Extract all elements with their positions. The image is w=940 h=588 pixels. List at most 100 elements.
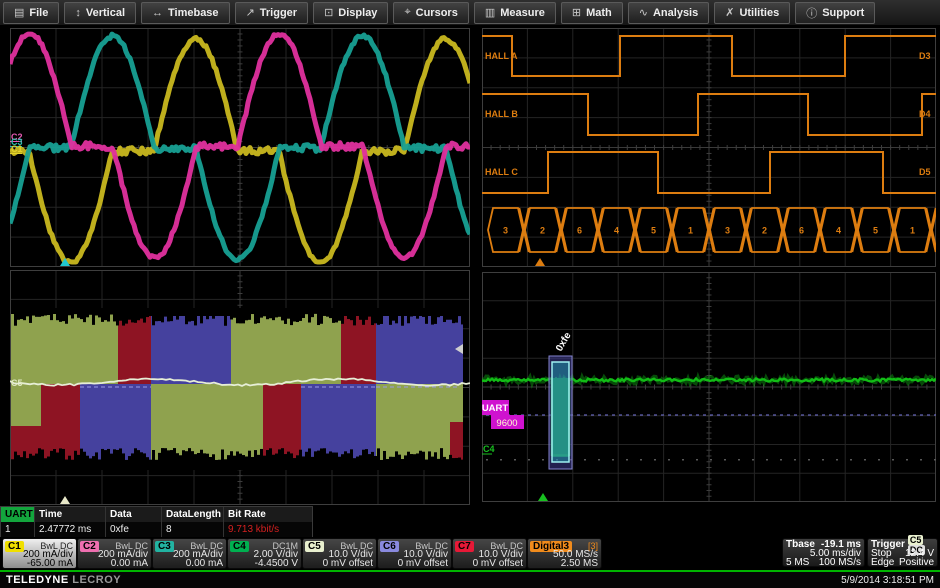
- menu-button-file[interactable]: ▤File: [3, 2, 59, 24]
- channel-descriptor-c5[interactable]: C5BwL DC10.0 V/div0 mV offset: [302, 538, 377, 569]
- pwm-block: [11, 314, 118, 386]
- grid-quadrant-bottom-right-uart[interactable]: 0xfeUART9600C4: [482, 272, 936, 502]
- uart-protocol-label: UART: [482, 403, 508, 414]
- display-icon: ⊡: [324, 6, 333, 19]
- brand-logo: TELEDYNE LECROY: [6, 574, 121, 586]
- channel-descriptor-digital3[interactable]: Digital3[3]50.0 MS/s2.50 MS: [527, 538, 602, 569]
- digital-line-label: D3: [919, 51, 931, 61]
- decode-value-label: 0xfe: [554, 330, 574, 353]
- menu-button-support[interactable]: ⓘSupport: [795, 2, 875, 24]
- uart-table-row[interactable]: 12.47772 ms0xfe89.713 kbit/s: [1, 522, 312, 537]
- bus-value: 1: [910, 226, 915, 236]
- pwm-block: [341, 316, 376, 384]
- channel-chip: C1: [5, 541, 24, 552]
- channel-offset: 0 mV offset: [473, 558, 523, 569]
- decode-data-box: [552, 362, 569, 462]
- channel-descriptor-c3[interactable]: C3BwL DC200 mA/div0.00 mA: [152, 538, 227, 569]
- math-icon: ⊞: [572, 6, 581, 19]
- digital-line-label: D5: [919, 167, 931, 177]
- menu-label: Math: [586, 7, 612, 19]
- channel-descriptor-bar: Tbase -19.1 ms 5.00 ms/div 5 MS 100 MS/s…: [0, 537, 940, 570]
- menu-label: Utilities: [739, 7, 779, 19]
- menu-button-math[interactable]: ⊞ Math: [561, 2, 623, 24]
- grid-quadrant-top-left-analog-currents[interactable]: C2C3C1: [10, 28, 470, 267]
- menu-button-measure[interactable]: ▥ Measure: [474, 2, 556, 24]
- pwm-block: [11, 384, 41, 428]
- channel-descriptor-c2[interactable]: C2BwL DC200 mA/div0.00 mA: [77, 538, 152, 569]
- channel-offset: 0.00 mA: [111, 558, 148, 569]
- pwm-block: [376, 316, 463, 384]
- channel-zero-marker-c4[interactable]: C4: [483, 444, 495, 454]
- tbase-samplerate: 100 MS/s: [819, 558, 861, 567]
- bus-value: 2: [762, 226, 767, 236]
- uart-decode-table[interactable]: UARTTimeDataDataLengthBit Rate12.47772 m…: [0, 506, 313, 539]
- menu-bar: ▤File↕Vertical ↔ Timebase ↗ Trigger ⊡ Display ⌖…: [0, 0, 940, 26]
- grid-quadrant-bottom-left-phase-voltages[interactable]: C5: [10, 270, 470, 505]
- menu-label: Display: [338, 7, 377, 19]
- bus-value: 5: [873, 226, 878, 236]
- menu-button-trigger[interactable]: ↗ Trigger: [235, 2, 309, 24]
- channel-chip: C5: [305, 541, 324, 552]
- channel-descriptor-c6[interactable]: C6BwL DC10.0 V/div0 mV offset: [377, 538, 452, 569]
- bus-value: 2: [540, 226, 545, 236]
- trigger-descriptor[interactable]: Trigger C5 DC Stop 12.4 V Edge Positive: [867, 538, 938, 567]
- status-bar: TELEDYNE LECROY 5/9/2014 3:18:51 PM: [0, 570, 940, 588]
- bus-value: 3: [725, 226, 730, 236]
- menu-label: Measure: [500, 7, 545, 19]
- bus-value: 5: [651, 226, 656, 236]
- trigger-source-chip: C5: [908, 535, 924, 545]
- menu-button-display[interactable]: ⊡ Display: [313, 2, 388, 24]
- uart-column-header: Bit Rate: [224, 507, 312, 522]
- menu-button-vertical[interactable]: ↕Vertical: [64, 2, 136, 24]
- timebase-icon: ↔: [152, 7, 163, 19]
- channel-descriptor-c7[interactable]: C7BwL DC10.0 V/div0 mV offset: [452, 538, 527, 569]
- bus-value: 1: [688, 226, 693, 236]
- utilities-icon: ✗: [725, 6, 734, 19]
- waveform-display-area: C2C3C1 HALL AD3HALL BD4HALL CD5326451326…: [0, 26, 940, 537]
- tr-trigger-position-marker[interactable]: [535, 258, 545, 266]
- grid-quadrant-top-right-digital-hall[interactable]: HALL AD3HALL BD4HALL CD5326451326451: [482, 28, 936, 267]
- bus-value: 4: [614, 226, 619, 236]
- menu-label: Vertical: [86, 7, 125, 19]
- channel-offset: -65.00 mA: [27, 558, 73, 569]
- uart-column-header: DataLength: [162, 507, 224, 522]
- bus-value: 3: [503, 226, 508, 236]
- uart-cell: 8: [162, 522, 224, 537]
- timebase-descriptor[interactable]: Tbase -19.1 ms 5.00 ms/div 5 MS 100 MS/s: [782, 538, 865, 567]
- bus-value: 6: [577, 226, 582, 236]
- oscilloscope-screen: ▤File↕Vertical ↔ Timebase ↗ Trigger ⊡ Display ⌖…: [0, 0, 940, 588]
- bus-value: 4: [836, 226, 841, 236]
- signal-label: HALL B: [485, 109, 518, 119]
- uart-table-title: UART: [1, 507, 35, 522]
- three-phase-current-plot: C2C3C1: [10, 28, 470, 267]
- digital-line-label: D4: [919, 109, 931, 119]
- menu-label: Timebase: [168, 7, 219, 19]
- uart-column-header: Time: [35, 507, 106, 522]
- channel-offset: 0 mV offset: [323, 558, 373, 569]
- bus-value: 6: [799, 226, 804, 236]
- br-trigger-position-marker[interactable]: [538, 493, 548, 501]
- channel-chip: C3: [155, 541, 174, 552]
- uart-cell: 9.713 kbit/s: [224, 522, 312, 537]
- channel-zero-marker-c5[interactable]: C5: [11, 378, 23, 388]
- uart-column-header: Data: [106, 507, 162, 522]
- bl-trigger-position-marker[interactable]: [60, 496, 70, 504]
- trigger-icon: ↗: [246, 6, 255, 19]
- menu-label: Trigger: [260, 7, 297, 19]
- signal-label: HALL A: [485, 51, 518, 61]
- menu-button-analysis[interactable]: ∿Analysis: [628, 2, 709, 24]
- file-icon: ▤: [14, 6, 24, 19]
- uart-table-header: UARTTimeDataDataLengthBit Rate: [1, 507, 312, 522]
- menu-button-cursors[interactable]: ⌖Cursors: [393, 2, 468, 24]
- menu-button-timebase[interactable]: ↔ Timebase: [141, 2, 230, 24]
- menu-button-utilities[interactable]: ✗ Utilities: [714, 2, 790, 24]
- channel-descriptor-c1[interactable]: C1BwL DC200 mA/div-65.00 mA: [2, 538, 77, 569]
- channel-zero-marker-c1[interactable]: C1: [11, 144, 23, 154]
- menu-label: Analysis: [653, 7, 698, 19]
- pwm-block: [118, 316, 151, 384]
- uart-signal-plot: 0xfeUART9600C4: [482, 272, 936, 502]
- channel-descriptor-c4[interactable]: C4DC1M2.00 V/div-4.4500 V: [227, 538, 302, 569]
- uart-cell: 2.47772 ms: [35, 522, 106, 537]
- measure-icon: ▥: [485, 6, 495, 19]
- tbase-samples: 5 MS: [786, 558, 809, 567]
